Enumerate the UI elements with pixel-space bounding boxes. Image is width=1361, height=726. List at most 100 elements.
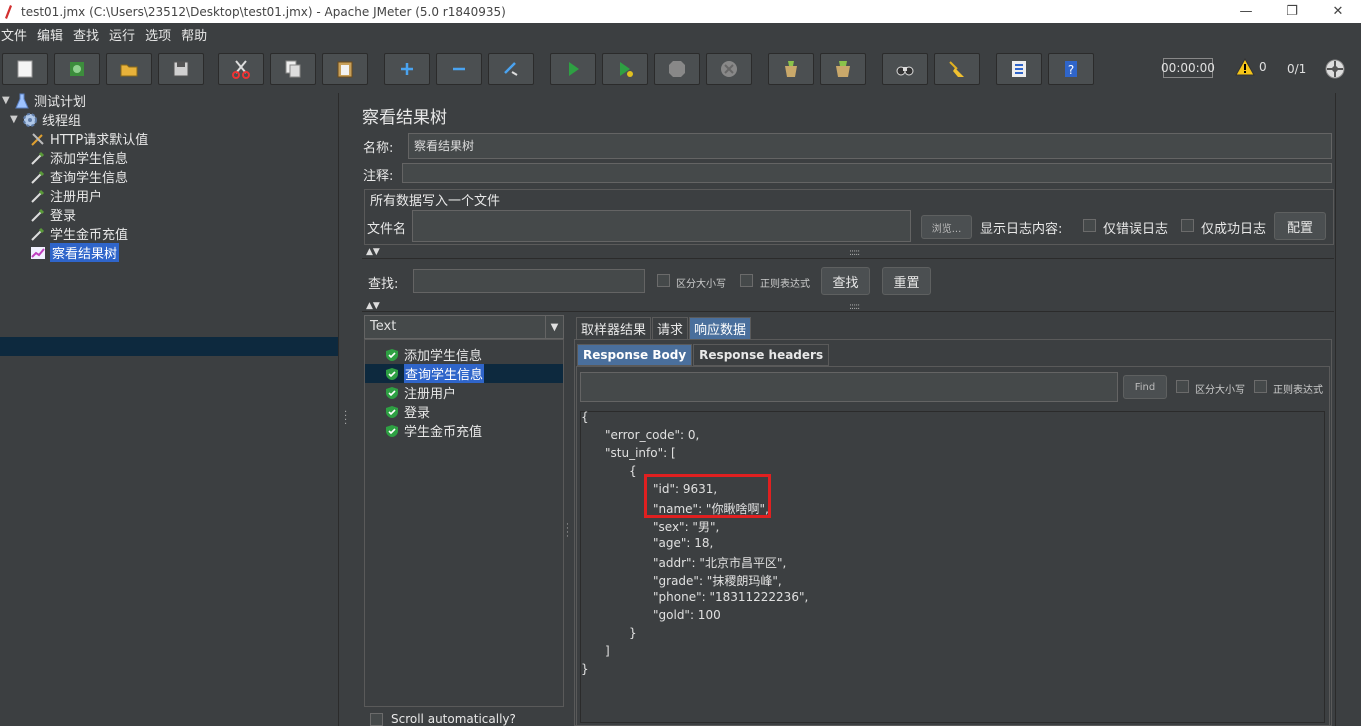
help-button[interactable]: ?: [1048, 53, 1094, 85]
tree-splitter[interactable]: · · · ·: [338, 93, 352, 726]
json-line: "sex": "男",: [653, 520, 720, 534]
broom-icon: [949, 61, 964, 77]
search-button[interactable]: 查找: [821, 267, 870, 295]
close-button[interactable]: ✕: [1315, 0, 1361, 23]
view-results-tree-panel: 察看结果树 名称: 察看结果树 注释: 所有数据写入一个文件 文件名 浏览...…: [352, 93, 1361, 726]
tree-item-test-plan[interactable]: ▼ 测试计划: [2, 91, 86, 110]
reset-search-button[interactable]: [934, 53, 980, 85]
copy-button[interactable]: [270, 53, 316, 85]
toggle-button[interactable]: [488, 53, 534, 85]
configure-button[interactable]: 配置: [1274, 212, 1326, 240]
search-button[interactable]: [882, 53, 928, 85]
expand-button[interactable]: [384, 53, 430, 85]
start-no-pause-button[interactable]: [602, 53, 648, 85]
remote-indicator[interactable]: [1324, 58, 1346, 83]
scroll-automatically-checkbox[interactable]: [370, 712, 383, 726]
maximize-button[interactable]: ❐: [1269, 0, 1315, 23]
tree-item-sampler-login[interactable]: 登录: [30, 205, 76, 224]
find-field[interactable]: [580, 372, 1118, 402]
success-only-checkbox[interactable]: [1181, 219, 1194, 232]
stop-button[interactable]: [654, 53, 700, 85]
tab-response-headers[interactable]: Response headers: [693, 344, 830, 366]
chart-icon: [30, 245, 46, 261]
start-no-pause-icon: [620, 62, 633, 77]
name-field[interactable]: 察看结果树: [408, 133, 1332, 159]
tab-response-data[interactable]: 响应数据: [689, 317, 752, 339]
collapse-arrows-icon[interactable]: ▲▼: [366, 247, 380, 257]
start-button[interactable]: [550, 53, 596, 85]
function-helper-button[interactable]: [996, 53, 1042, 85]
find-regex-checkbox[interactable]: [1254, 380, 1267, 393]
clear-button[interactable]: [768, 53, 814, 85]
json-line: {: [581, 410, 589, 424]
find-button[interactable]: Find: [1123, 375, 1167, 399]
templates-icon: [70, 62, 84, 76]
collapse-button[interactable]: [436, 53, 482, 85]
save-button[interactable]: [158, 53, 204, 85]
tab-sampler-result[interactable]: 取样器结果: [576, 317, 652, 339]
splitter-grip-icon: · · · ·: [566, 520, 569, 542]
tree-item-sampler-add-student[interactable]: 添加学生信息: [30, 148, 128, 167]
menu-bar: 文件 编辑 查找 运行 选项 帮助: [0, 23, 1361, 45]
menu-run[interactable]: 运行: [108, 25, 141, 44]
success-only-label: 仅成功日志: [1201, 222, 1267, 237]
menu-help[interactable]: 帮助: [180, 25, 213, 44]
clear-all-button[interactable]: [820, 53, 866, 85]
templates-button[interactable]: [54, 53, 100, 85]
errors-only-checkbox[interactable]: [1083, 219, 1096, 232]
right-scrollbar[interactable]: [1335, 93, 1361, 726]
search-field[interactable]: [413, 269, 645, 293]
case-sensitive-checkbox[interactable]: [657, 274, 670, 287]
result-item-gold-recharge[interactable]: 学生金币充值: [385, 421, 482, 440]
result-item-add-student[interactable]: 添加学生信息: [385, 345, 482, 364]
result-item-query-student[interactable]: 查询学生信息: [385, 364, 485, 383]
menu-edit[interactable]: 编辑: [36, 25, 69, 44]
menu-options[interactable]: 选项: [144, 25, 177, 44]
json-line: "gold": 100: [653, 608, 721, 622]
new-button[interactable]: [2, 53, 48, 85]
scroll-automatically-label: Scroll automatically?: [391, 712, 516, 726]
errors-only-label: 仅错误日志: [1103, 222, 1169, 237]
tree-item-thread-group[interactable]: ▼ 线程组: [10, 110, 81, 129]
menu-file[interactable]: 文件: [0, 25, 33, 44]
splitter-dots-icon[interactable]: :::::: [849, 248, 860, 258]
shutdown-button[interactable]: [706, 53, 752, 85]
browse-button[interactable]: 浏览...: [921, 215, 972, 239]
scroll-automatically[interactable]: Scroll automatically?: [370, 712, 516, 726]
name-label: 名称:: [363, 141, 394, 156]
tree-item-sampler-register[interactable]: 注册用户: [30, 186, 102, 205]
tree-item-sampler-query-student[interactable]: 查询学生信息: [30, 167, 128, 186]
collapse-arrows-icon[interactable]: ▲▼: [366, 301, 380, 311]
json-line: "stu_info": [: [605, 446, 676, 460]
find-case-sensitive-checkbox[interactable]: [1176, 380, 1189, 393]
renderer-select[interactable]: Text ▼: [364, 315, 564, 339]
tab-request[interactable]: 请求: [652, 317, 689, 339]
json-line: {: [629, 464, 637, 478]
expand-arrow-icon[interactable]: ▼: [2, 95, 14, 106]
cut-button[interactable]: [218, 53, 264, 85]
regex-checkbox[interactable]: [740, 274, 753, 287]
tree-item-sampler-gold[interactable]: 学生金币充值: [30, 224, 128, 243]
new-icon: [17, 60, 33, 78]
result-item-login[interactable]: 登录: [385, 402, 430, 421]
result-item-register[interactable]: 注册用户: [385, 383, 456, 402]
reset-button[interactable]: 重置: [882, 267, 931, 295]
menu-search[interactable]: 查找: [72, 25, 105, 44]
minimize-button[interactable]: —: [1223, 0, 1269, 23]
test-plan-icon: [14, 93, 30, 109]
open-button[interactable]: [106, 53, 152, 85]
warning-indicator[interactable]: 0: [1235, 58, 1267, 76]
paste-button[interactable]: [322, 53, 368, 85]
wrench-icon: [30, 131, 46, 147]
tab-response-body[interactable]: Response Body: [577, 344, 693, 366]
tree-item-http-defaults[interactable]: HTTP请求默认值: [30, 129, 148, 148]
tree-item-view-results-tree[interactable]: 察看结果树: [30, 243, 120, 262]
expand-arrow-icon[interactable]: ▼: [10, 114, 22, 125]
comment-field[interactable]: [402, 163, 1332, 183]
chevron-down-icon[interactable]: ▼: [545, 316, 563, 338]
success-shield-icon: [386, 405, 398, 418]
clear-all-icon: [836, 61, 850, 77]
jmeter-logo-icon: [5, 4, 12, 19]
filename-field[interactable]: [412, 210, 911, 242]
filename-label: 文件名: [367, 222, 407, 237]
